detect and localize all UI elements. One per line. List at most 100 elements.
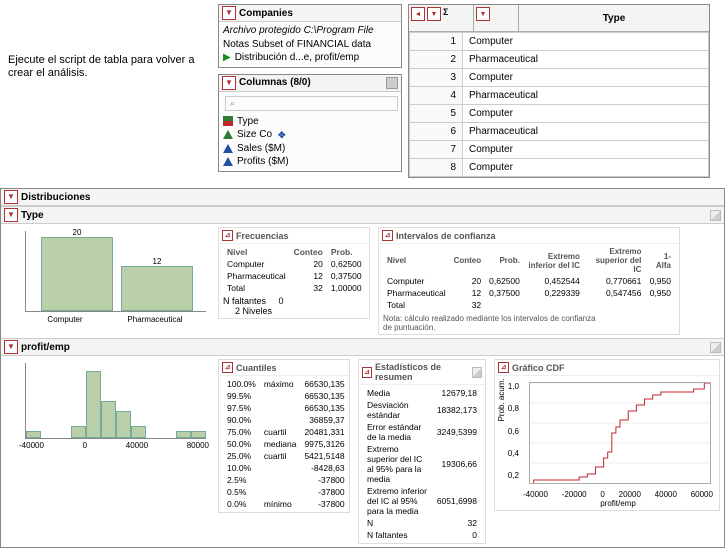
column-sales[interactable]: Sales ($M)	[223, 142, 397, 156]
cx1: -20000	[562, 490, 587, 499]
hotspot-icon[interactable]	[710, 342, 721, 353]
profitemp-histogram[interactable]	[25, 363, 206, 439]
cdf-header[interactable]: ⊿ Gráfico CDF	[495, 360, 719, 376]
companies-header[interactable]: ▼ Companies	[219, 5, 401, 22]
distributions-header[interactable]: ▼ Distribuciones	[1, 189, 724, 206]
row-number[interactable]: 2	[410, 51, 463, 69]
table-row[interactable]: 3Computer	[410, 69, 709, 87]
disclose-icon[interactable]: ⊿	[222, 230, 233, 241]
disclose-icon[interactable]: ▼	[4, 190, 18, 204]
cell-type[interactable]: Pharmaceutical	[463, 87, 709, 105]
cell-type[interactable]: Computer	[463, 141, 709, 159]
column-sizeco[interactable]: Size Co ✥	[223, 128, 397, 142]
table-row[interactable]: 1Computer	[410, 33, 709, 51]
hotspot-icon[interactable]	[710, 210, 721, 221]
table-row[interactable]: 4Pharmaceutical	[410, 87, 709, 105]
columns-search[interactable]: ⌕	[225, 96, 398, 111]
bar-computer[interactable]: 20	[41, 237, 113, 311]
columns-selector-icon[interactable]	[386, 77, 398, 89]
hist-bar[interactable]	[116, 411, 131, 438]
disclose-icon[interactable]: ▼	[476, 7, 490, 21]
table-row[interactable]: 2Pharmaceutical	[410, 51, 709, 69]
hist-bar[interactable]	[191, 431, 206, 438]
row-number-header[interactable]: ▼	[474, 5, 519, 31]
cell-type[interactable]: Pharmaceutical	[463, 123, 709, 141]
table-row[interactable]: 8Computer	[410, 159, 709, 177]
disclose-icon[interactable]: ◄	[411, 7, 425, 21]
disclose-icon[interactable]: ▼	[4, 340, 18, 354]
disclose-icon[interactable]: ⊿	[362, 367, 372, 378]
instruction-label: Ejecute el script de tabla para volver a…	[8, 54, 195, 79]
hist-bar[interactable]	[176, 431, 191, 438]
xlabel-pharma: Pharmaceutical	[127, 315, 182, 324]
table-row[interactable]: 6Pharmaceutical	[410, 123, 709, 141]
cdf-xlabel-title: profit/emp	[523, 499, 713, 508]
columns-header[interactable]: ▼ Columnas (8/0)	[219, 75, 401, 92]
cell-type[interactable]: Computer	[463, 33, 709, 51]
cell-type[interactable]: Computer	[463, 159, 709, 177]
cell-type[interactable]: Computer	[463, 105, 709, 123]
data-table: ◄ ▼ Σ ▼ Type 1Computer2Pharmaceutical3Co…	[408, 4, 710, 178]
summary-body: Media12679,18Desviación estándar18382,17…	[359, 385, 485, 543]
table-row[interactable]: 7Computer	[410, 141, 709, 159]
row-number[interactable]: 3	[410, 69, 463, 87]
column-sales-label: Sales ($M)	[237, 142, 285, 156]
hotspot-icon[interactable]	[472, 367, 482, 378]
levels-label: 2 Niveles	[223, 306, 365, 316]
nmissing-value: 0	[279, 296, 284, 306]
ci-block: ⊿ Intervalos de confianza NivelConteoPro…	[378, 227, 680, 335]
column-header-type[interactable]: Type	[519, 5, 709, 31]
hist-bar[interactable]	[101, 401, 116, 438]
disclose-icon[interactable]: ▼	[4, 208, 18, 222]
profitemp-content: -40000 0 40000 80000 ⊿ Cuantiles 100.0%m…	[1, 356, 724, 547]
cdf-plot[interactable]	[529, 382, 711, 484]
row-number[interactable]: 7	[410, 141, 463, 159]
frequencies-header[interactable]: ⊿ Frecuencias	[219, 228, 369, 244]
row-number[interactable]: 8	[410, 159, 463, 177]
disclose-icon[interactable]: ⊿	[382, 230, 393, 241]
table-row[interactable]: 5Computer	[410, 105, 709, 123]
hist-bar[interactable]	[26, 431, 41, 438]
nominal-icon	[223, 116, 233, 126]
data-table-corner[interactable]: ◄ ▼ Σ	[409, 5, 474, 31]
columns-body: ⌕ Type Size Co ✥ Sales ($M) Profits ($M)	[219, 92, 401, 171]
sigma-icon: Σ	[443, 7, 448, 17]
disclose-icon[interactable]: ▼	[427, 7, 441, 21]
notes-line: Notas Subset of FINANCIAL data	[223, 38, 397, 52]
quantiles-table: 100.0%máximo66530,13599.5%66530,13597.5%…	[223, 378, 349, 510]
disclose-icon[interactable]: ▼	[222, 76, 236, 90]
row-number[interactable]: 1	[410, 33, 463, 51]
bar-pharmaceutical[interactable]: 12	[121, 266, 193, 311]
hx1: 0	[83, 441, 87, 450]
hist-bar[interactable]	[86, 371, 101, 438]
play-icon[interactable]: ▶	[223, 51, 231, 65]
cell-type[interactable]: Computer	[463, 69, 709, 87]
nmissing-label: N faltantes	[223, 296, 266, 306]
row-number[interactable]: 6	[410, 123, 463, 141]
type-section: ▼ Type 20 12 Computer Pharmaceutical	[1, 206, 724, 338]
type-barchart[interactable]: 20 12	[25, 231, 206, 312]
hist-bar[interactable]	[71, 426, 86, 438]
xlabel-computer: Computer	[47, 315, 82, 324]
hx2: 40000	[126, 441, 148, 450]
row-number[interactable]: 4	[410, 87, 463, 105]
data-grid[interactable]: 1Computer2Pharmaceutical3Computer4Pharma…	[409, 32, 709, 177]
summary-header[interactable]: ⊿ Estadísticos de resumen	[359, 360, 485, 385]
continuous-icon	[223, 144, 233, 153]
row-number[interactable]: 5	[410, 105, 463, 123]
quantiles-header[interactable]: ⊿ Cuantiles	[219, 360, 349, 376]
column-profits[interactable]: Profits ($M)	[223, 155, 397, 169]
profitemp-header[interactable]: ▼ profit/emp	[1, 339, 724, 356]
column-type[interactable]: Type	[223, 115, 397, 129]
ci-header[interactable]: ⊿ Intervalos de confianza	[379, 228, 679, 244]
cell-type[interactable]: Pharmaceutical	[463, 51, 709, 69]
hist-xlabels: -40000 0 40000 80000	[19, 441, 209, 450]
profitemp-title: profit/emp	[21, 342, 70, 353]
disclose-icon[interactable]: ⊿	[222, 362, 233, 373]
disclose-icon[interactable]: ▼	[222, 6, 236, 20]
disclose-icon[interactable]: ⊿	[498, 362, 509, 373]
type-header[interactable]: ▼ Type	[1, 207, 724, 224]
hist-bar[interactable]	[131, 426, 146, 438]
script-row[interactable]: ▶ Distribución d...e, profit/emp	[223, 51, 397, 65]
ci-table: NivelConteoProb.Extremo inferior del ICE…	[383, 246, 675, 311]
